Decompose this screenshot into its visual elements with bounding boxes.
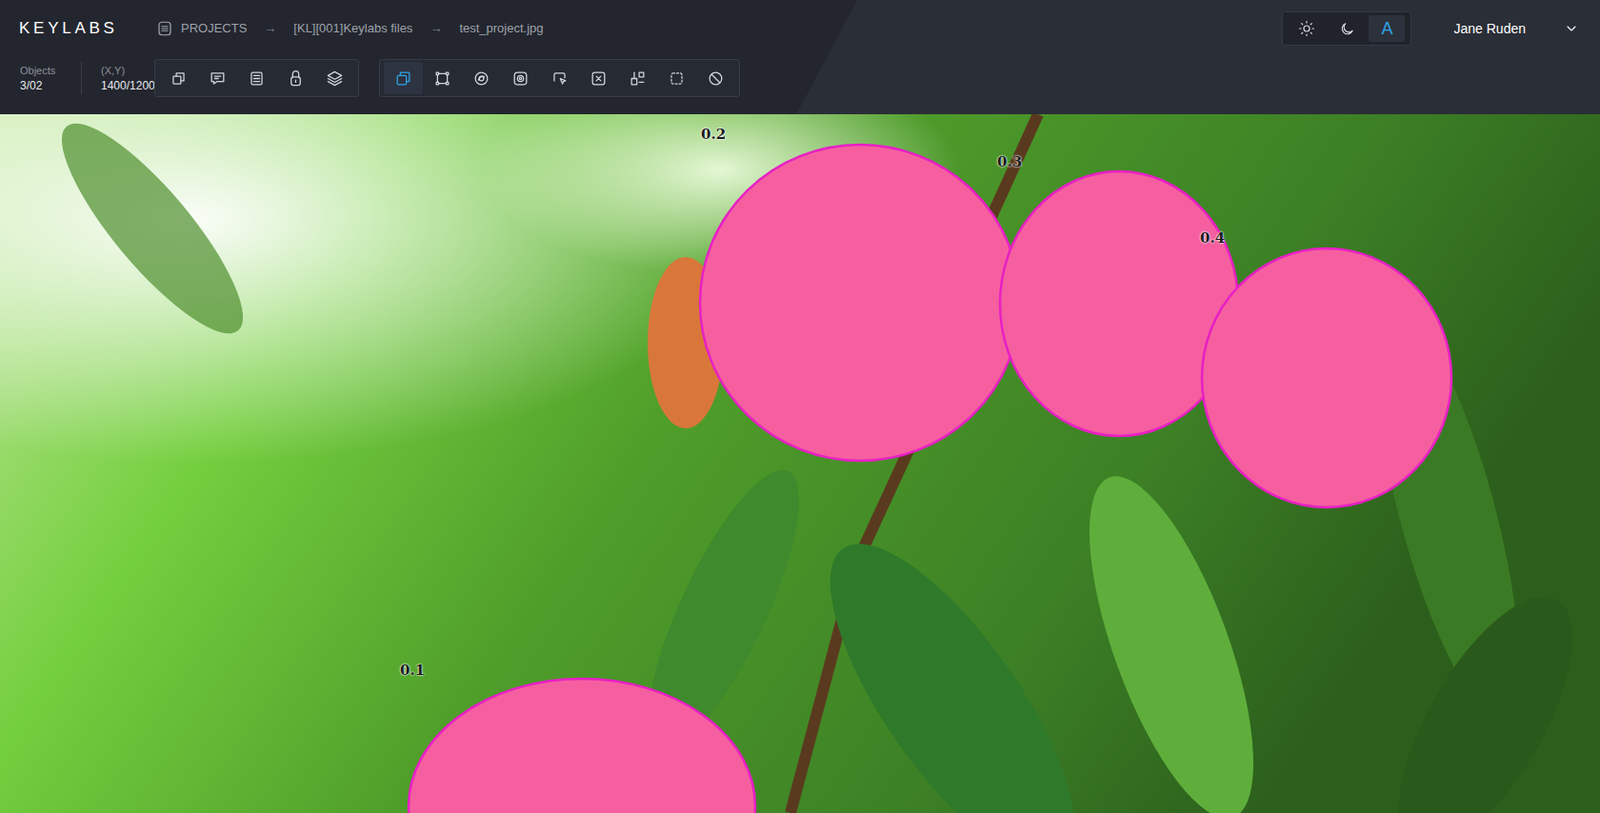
tool-icon — [433, 69, 452, 88]
logo[interactable]: KEYLABS — [19, 16, 145, 41]
tool-icon — [511, 69, 530, 88]
tool-icon — [247, 69, 266, 88]
breadcrumb-item[interactable]: PROJECTS — [180, 19, 247, 39]
annotation-label[interactable]: 0.1 — [400, 663, 425, 679]
tool-button[interactable] — [198, 61, 238, 95]
annotation-label[interactable]: 0.3 — [997, 155, 1022, 170]
chevron-down-icon[interactable] — [1563, 20, 1580, 37]
header-row: KEYLABS PROJECTS → [KL][001]Keylabs files → t… — [0, 0, 1600, 58]
tool-button[interactable] — [461, 61, 501, 95]
tool-icon — [286, 69, 305, 88]
annotation-label[interactable]: 0.4 — [1200, 231, 1225, 246]
auto-theme-label: A — [1380, 20, 1393, 38]
theme-moon-button[interactable] — [1328, 15, 1365, 42]
tool-button[interactable] — [657, 61, 697, 95]
tool-button[interactable] — [383, 61, 423, 95]
annotation-polygon[interactable] — [700, 144, 1020, 461]
sun-icon — [1298, 20, 1316, 38]
tool-button[interactable] — [618, 61, 658, 95]
tool-group — [379, 59, 740, 98]
tool-button[interactable] — [315, 61, 355, 95]
breadcrumb-item[interactable]: [KL][001]Keylabs files — [293, 19, 413, 39]
tool-icon — [394, 69, 413, 88]
tool-group — [154, 59, 360, 98]
tool-button[interactable] — [422, 61, 462, 95]
tool-icon — [550, 69, 569, 88]
tool-icon — [325, 69, 344, 88]
tool-icon — [472, 69, 491, 88]
photo — [0, 114, 1600, 813]
tool-icon — [589, 69, 608, 88]
tool-button[interactable] — [159, 61, 199, 95]
document-icon — [156, 20, 174, 38]
tool-button[interactable] — [237, 61, 277, 95]
stat: Objects3/02 — [20, 61, 82, 95]
theme-letter-button[interactable]: A — [1368, 15, 1405, 42]
tool-button[interactable] — [276, 61, 316, 95]
moon-icon — [1339, 20, 1356, 38]
stat: (X,Y)1400/1200 — [81, 61, 155, 95]
toolbar-row: Objects3/02(X,Y)1400/1200 — [0, 57, 1600, 100]
top-bar: KEYLABS PROJECTS → [KL][001]Keylabs files → t… — [0, 0, 1600, 115]
stat-label: Objects — [20, 63, 81, 79]
tool-icon — [706, 69, 725, 88]
header-sheen — [796, 0, 1600, 115]
breadcrumb: PROJECTS → [KL][001]Keylabs files → test_pro… — [156, 19, 544, 39]
theme-switcher: A — [1281, 11, 1412, 46]
stat-label: (X,Y) — [100, 63, 155, 79]
tool-icon — [169, 69, 188, 88]
tool-button[interactable] — [500, 61, 540, 95]
header-right: A Jane Ruden — [1281, 11, 1580, 46]
tool-button[interactable] — [696, 61, 736, 95]
annotation-polygon[interactable] — [1201, 248, 1452, 508]
image-canvas[interactable]: 0.2 0.3 0.4 0.1 — [0, 114, 1600, 813]
tool-button[interactable] — [579, 61, 619, 95]
annotation-label[interactable]: 0.2 — [700, 127, 726, 142]
theme-sun-button[interactable] — [1288, 15, 1325, 42]
annotation-polygon[interactable] — [408, 679, 756, 813]
user-name[interactable]: Jane Ruden — [1453, 19, 1526, 40]
stat-value: 1400/1200 — [100, 78, 155, 94]
tool-button[interactable] — [540, 61, 580, 95]
stat-value: 3/02 — [20, 78, 81, 94]
tool-icon — [628, 69, 647, 88]
breadcrumb-item[interactable]: test_project.jpg — [459, 19, 543, 39]
tool-icon — [208, 69, 227, 88]
tool-icon — [667, 69, 686, 88]
breadcrumb-separator: → — [429, 19, 442, 39]
breadcrumb-separator: → — [263, 19, 277, 39]
